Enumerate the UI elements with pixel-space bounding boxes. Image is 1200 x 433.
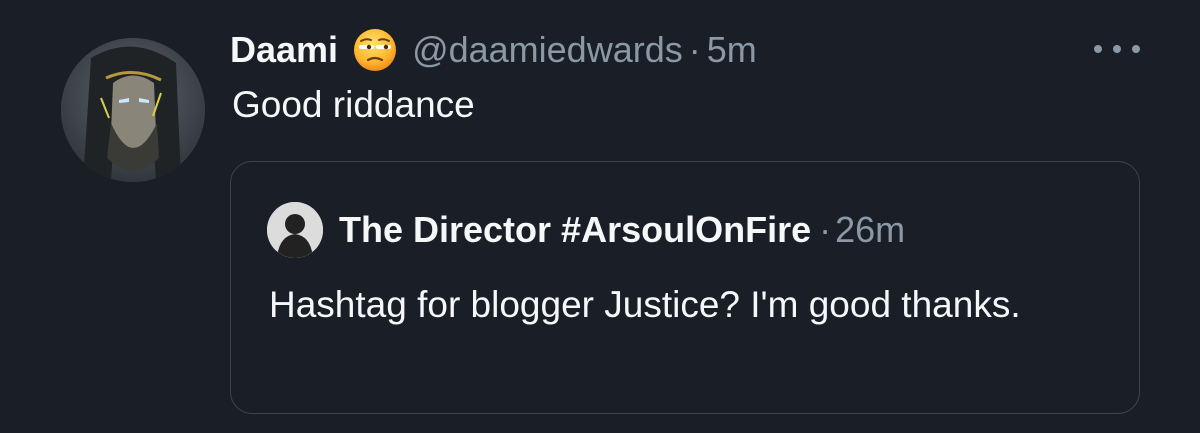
quoted-tweet-header: The Director #ArsoulOnFire · 26m <box>267 202 905 258</box>
separator-dot: · <box>688 29 701 70</box>
more-horizontal-icon[interactable] <box>1094 36 1140 62</box>
more-dot <box>1113 45 1121 53</box>
user-handle[interactable]: @daamiedwards <box>412 29 683 71</box>
quoted-timestamp[interactable]: 26m <box>835 209 905 251</box>
quoted-avatar-image <box>267 202 323 258</box>
display-name[interactable]: Daami <box>230 29 338 71</box>
avatar[interactable] <box>61 38 205 182</box>
tweet-text: Good riddance <box>232 84 475 125</box>
unamused-face-emoji-icon <box>352 27 398 73</box>
quoted-tweet-text: Hashtag for blogger Justice? I'm good th… <box>269 284 1021 325</box>
timestamp[interactable]: 5m <box>707 29 757 71</box>
quoted-tweet[interactable]: The Director #ArsoulOnFire · 26m Hashtag… <box>230 161 1140 414</box>
tweet[interactable]: Daami @daamiedwards · 5m Good riddance T… <box>0 0 1200 433</box>
tweet-header: Daami @daamiedwards · 5m <box>230 24 757 76</box>
more-dot <box>1132 45 1140 53</box>
quoted-separator-dot: · <box>819 209 832 250</box>
more-dot <box>1094 45 1102 53</box>
quoted-display-name[interactable]: The Director #ArsoulOnFire <box>339 209 811 251</box>
quoted-avatar <box>267 202 323 258</box>
avatar-image <box>61 38 205 182</box>
